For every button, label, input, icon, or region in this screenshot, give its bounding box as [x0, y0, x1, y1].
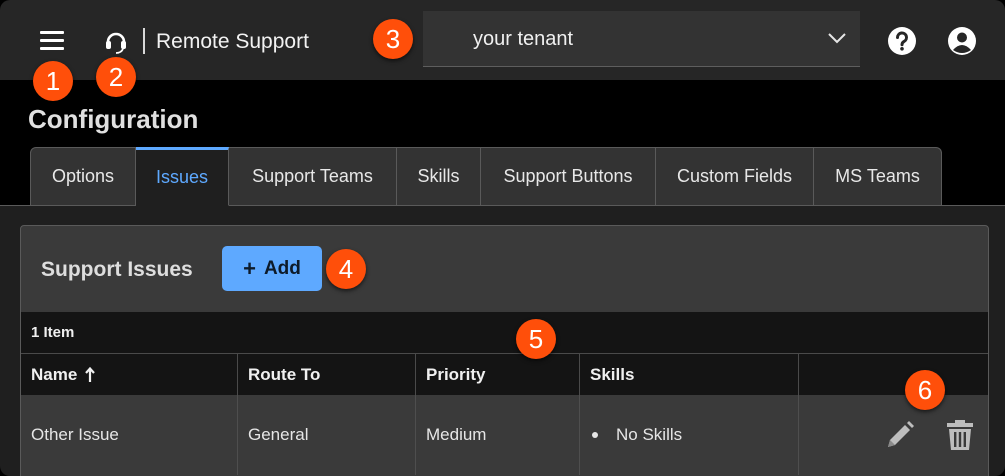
callout-marker-5: 5: [516, 319, 556, 359]
arrow-up-icon: [85, 367, 96, 382]
chevron-down-icon: [828, 33, 846, 44]
tab-support-buttons[interactable]: Support Buttons: [481, 147, 656, 206]
callout-marker-2: 2: [96, 57, 136, 97]
app-window: Remote Support your tenant 1 2 3 Configu…: [0, 0, 1005, 476]
list-bullet: [592, 432, 598, 438]
config-tabs: Options Issues Support Teams Skills Supp…: [30, 147, 942, 206]
tab-skills[interactable]: Skills: [397, 147, 481, 206]
column-header-actions: [799, 354, 988, 396]
add-button-label: Add: [263, 257, 301, 279]
title-divider: [143, 28, 145, 54]
plus-icon: +: [243, 255, 256, 281]
column-header-route-to[interactable]: Route To: [238, 354, 416, 396]
callout-marker-3: 3: [373, 19, 413, 59]
tab-options[interactable]: Options: [30, 147, 136, 206]
column-header-label: Name: [31, 365, 78, 384]
tenant-select-value: your tenant: [473, 28, 574, 50]
callout-marker-6: 6: [905, 370, 945, 410]
app-bar: Remote Support your tenant: [0, 0, 1005, 80]
help-circle-icon[interactable]: [887, 26, 917, 56]
cell-priority: Medium: [416, 395, 580, 475]
trash-icon[interactable]: [946, 419, 974, 451]
panel-title: Support Issues: [41, 258, 193, 281]
page-title: Configuration: [28, 104, 199, 134]
hamburger-menu-icon[interactable]: [40, 29, 66, 51]
pencil-icon[interactable]: [884, 419, 916, 451]
column-header-priority[interactable]: Priority: [416, 354, 580, 396]
tab-support-teams[interactable]: Support Teams: [229, 147, 397, 206]
tab-custom-fields[interactable]: Custom Fields: [656, 147, 814, 206]
support-issues-panel: Support Issues + Add 1 Item Name Route T…: [20, 225, 989, 476]
tab-ms-teams[interactable]: MS Teams: [814, 147, 942, 206]
column-header-name[interactable]: Name: [21, 354, 238, 396]
account-circle-icon[interactable]: [947, 26, 977, 56]
app-title: Remote Support: [156, 30, 309, 53]
tab-issues[interactable]: Issues: [136, 147, 229, 206]
item-count-bar: 1 Item: [21, 312, 988, 353]
callout-marker-4: 4: [326, 249, 366, 289]
headset-icon: [106, 32, 126, 54]
item-count: 1 Item: [31, 324, 75, 341]
add-issue-button[interactable]: + Add: [222, 246, 322, 291]
tenant-select[interactable]: your tenant: [423, 11, 860, 67]
skill-item: No Skills: [616, 425, 683, 444]
cell-name: Other Issue: [21, 395, 238, 475]
table-header: Name Route To Priority Skills: [21, 353, 988, 396]
cell-route-to: General: [238, 395, 416, 475]
table-row[interactable]: Other Issue General Medium No Skills: [21, 395, 988, 475]
callout-marker-1: 1: [33, 61, 73, 101]
column-header-skills[interactable]: Skills: [580, 354, 799, 396]
cell-skills: No Skills: [580, 395, 799, 475]
